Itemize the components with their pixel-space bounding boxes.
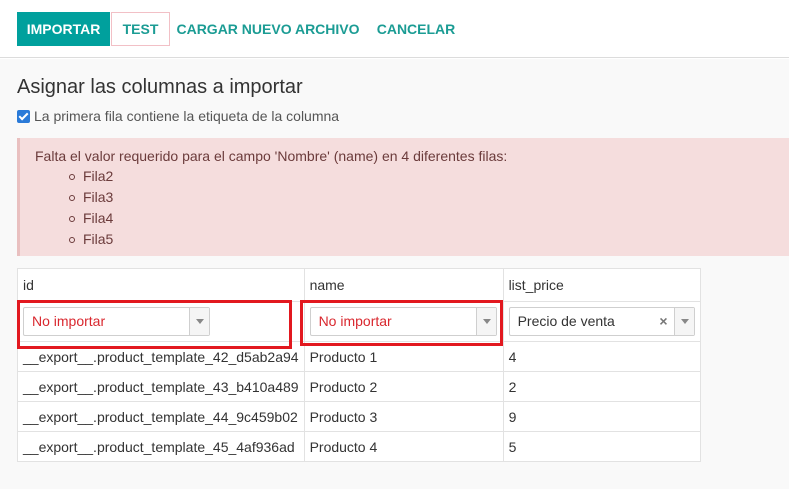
table-row: __export__.product_template_44_9c459b02 … (17, 401, 701, 432)
table-row: __export__.product_template_45_4af936ad … (17, 431, 701, 462)
clear-icon[interactable]: × (659, 308, 667, 335)
table-cell: __export__.product_template_43_b410a489 (17, 371, 305, 402)
page-title: Asignar las columnas a importar (17, 76, 303, 98)
test-button[interactable]: TEST (111, 12, 170, 46)
table-cell: 9 (502, 401, 701, 432)
error-row-item: Fila3 (69, 187, 789, 208)
table-cell: 2 (502, 371, 701, 402)
table-cell: Producto 1 (303, 341, 504, 372)
column-mapping-table: id name list_price No importar No import… (17, 268, 701, 462)
chevron-down-icon[interactable] (475, 308, 496, 335)
field-select-list-price-value: Precio de venta (517, 313, 615, 329)
chevron-down-icon[interactable] (189, 308, 209, 335)
table-header-row: id name list_price (17, 268, 701, 302)
table-row: __export__.product_template_43_b410a489 … (17, 371, 701, 402)
error-row-item: Fila4 (69, 208, 789, 229)
header-row-checkbox[interactable] (17, 109, 30, 123)
mapping-cell-id: No importar (17, 301, 305, 342)
table-cell: __export__.product_template_42_d5ab2a94 (17, 341, 305, 372)
column-header-id: id (17, 268, 305, 302)
cancel-button[interactable]: CANCELAR (370, 12, 462, 46)
error-row-item: Fila2 (69, 166, 789, 187)
import-button[interactable]: IMPORTAR (17, 12, 110, 46)
mapping-cell-list-price: Precio de venta × (502, 301, 701, 342)
chevron-down-icon[interactable] (673, 308, 694, 335)
table-cell: Producto 3 (303, 401, 504, 432)
table-cell: Producto 2 (303, 371, 504, 402)
field-mapping-row: No importar No importar Precio de venta … (17, 301, 701, 342)
table-cell: 5 (502, 431, 701, 462)
table-cell: Producto 4 (303, 431, 504, 462)
column-header-list-price: list_price (502, 268, 701, 302)
error-row-item: Fila5 (69, 229, 789, 250)
header-row-option[interactable]: La primera fila contiene la etiqueta de … (17, 107, 339, 125)
table-cell: 4 (502, 341, 701, 372)
error-alert: Falta el valor requerido para el campo '… (17, 138, 789, 256)
table-cell: __export__.product_template_44_9c459b02 (17, 401, 305, 432)
field-select-name[interactable]: No importar (309, 307, 497, 336)
table-row: __export__.product_template_42_d5ab2a94 … (17, 341, 701, 372)
table-cell: __export__.product_template_45_4af936ad (17, 431, 305, 462)
field-select-id[interactable]: No importar (23, 307, 210, 336)
error-row-list: Fila2 Fila3 Fila4 Fila5 (35, 166, 789, 250)
control-panel: IMPORTAR TEST CARGAR NUEVO ARCHIVO CANCE… (0, 0, 789, 58)
field-select-id-value: No importar (32, 313, 106, 329)
error-message: Falta el valor requerido para el campo '… (35, 148, 508, 164)
column-header-name: name (303, 268, 504, 302)
header-row-checkbox-label: La primera fila contiene la etiqueta de … (34, 108, 340, 124)
import-content: Asignar las columnas a importar La prime… (0, 59, 789, 489)
upload-new-file-button[interactable]: CARGAR NUEVO ARCHIVO (172, 12, 364, 46)
field-select-name-value: No importar (318, 313, 392, 329)
field-select-list-price[interactable]: Precio de venta × (508, 307, 695, 336)
mapping-cell-name: No importar (303, 301, 504, 342)
